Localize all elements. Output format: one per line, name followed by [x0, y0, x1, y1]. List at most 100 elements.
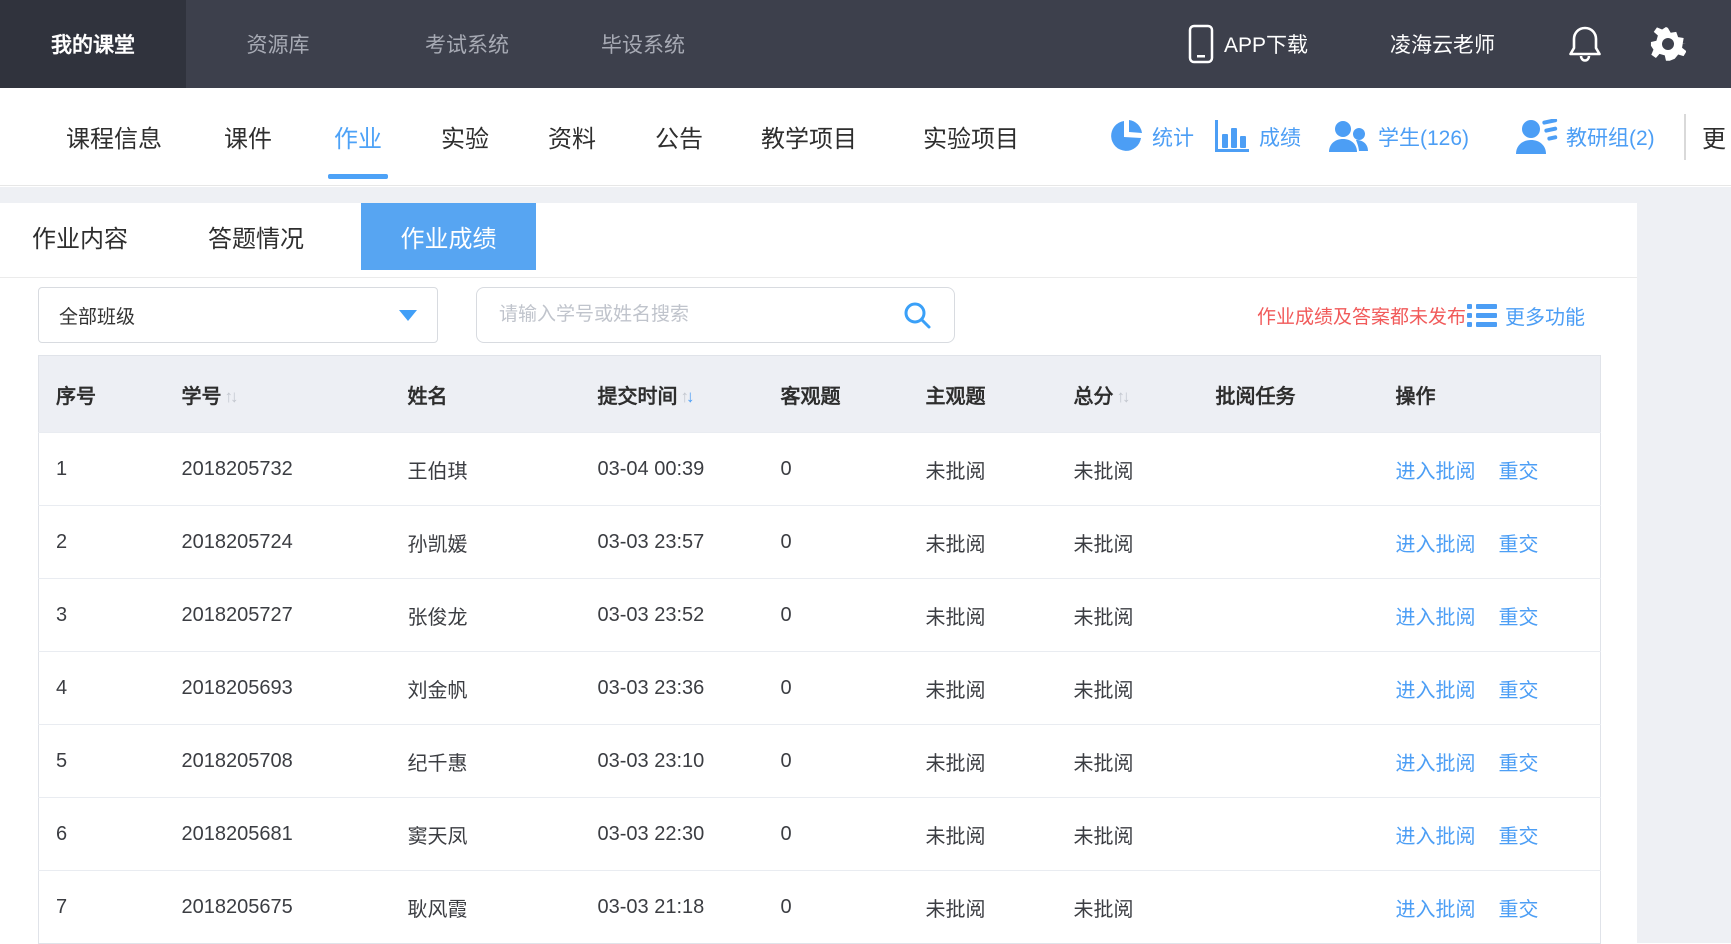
sort-arrows-icon[interactable]: ↑↓	[1117, 387, 1131, 407]
topnav-item-exam-system[interactable]: 考试系统	[412, 0, 522, 88]
table-row: 62018205681窦天凤03-03 22:300未批阅未批阅进入批阅重交	[39, 798, 1601, 871]
more-functions-button[interactable]: 更多功能	[1467, 287, 1585, 343]
cell-total: 未批阅	[1074, 506, 1216, 579]
enter-review-link[interactable]: 进入批阅	[1396, 820, 1476, 849]
cell-objective: 0	[781, 871, 926, 944]
tab-answer-status[interactable]: 答题情况	[176, 203, 336, 270]
coursenav-item-experiment-project[interactable]: 实验项目	[923, 88, 1019, 185]
student-search-input[interactable]	[477, 304, 902, 326]
settings-gear-icon[interactable]	[1648, 0, 1688, 88]
cell-actions: 进入批阅重交	[1396, 579, 1601, 652]
top-navbar: 我的课堂资源库 考试系统毕设系统 APP下载 凌海云老师	[0, 0, 1731, 88]
cell-actions: 进入批阅重交	[1396, 798, 1601, 871]
cell-name: 纪千惠	[408, 725, 598, 798]
cell-review_task	[1216, 798, 1396, 871]
resubmit-link[interactable]: 重交	[1499, 893, 1539, 922]
topnav-item-graduation-system[interactable]: 毕设系统	[588, 0, 698, 88]
tool-grades-button[interactable]: 成绩	[1213, 88, 1301, 185]
cell-subjective: 未批阅	[926, 506, 1074, 579]
table-row: 12018205732王伯琪03-04 00:390未批阅未批阅进入批阅重交	[39, 433, 1601, 506]
cell-submit_time: 03-03 22:30	[598, 798, 781, 871]
resubmit-link[interactable]: 重交	[1499, 674, 1539, 703]
cell-submit_time: 03-03 23:36	[598, 652, 781, 725]
cell-total: 未批阅	[1074, 652, 1216, 725]
cell-total: 未批阅	[1074, 579, 1216, 652]
cell-name: 窦天凤	[408, 798, 598, 871]
cell-student_id: 2018205727	[182, 579, 408, 652]
tool-students-button[interactable]: 学生(126)	[1328, 88, 1469, 185]
coursenav-item-course-info[interactable]: 课程信息	[66, 88, 162, 185]
resubmit-link[interactable]: 重交	[1499, 820, 1539, 849]
cell-seq: 7	[39, 871, 182, 944]
col-header: 姓名	[408, 356, 598, 433]
cell-review_task	[1216, 579, 1396, 652]
enter-review-link[interactable]: 进入批阅	[1396, 747, 1476, 776]
cell-submit_time: 03-03 23:57	[598, 506, 781, 579]
tool-statistics-button[interactable]: 统计	[1108, 88, 1194, 185]
tool-students-label: 学生(126)	[1378, 122, 1469, 152]
cell-total: 未批阅	[1074, 433, 1216, 506]
cell-actions: 进入批阅重交	[1396, 725, 1601, 798]
search-icon[interactable]	[902, 300, 932, 330]
cell-student_id: 2018205693	[182, 652, 408, 725]
col-header[interactable]: 提交时间↑↓	[598, 356, 781, 433]
cell-total: 未批阅	[1074, 798, 1216, 871]
enter-review-link[interactable]: 进入批阅	[1396, 528, 1476, 557]
cell-seq: 6	[39, 798, 182, 871]
coursenav-item-announcement[interactable]: 公告	[655, 88, 703, 185]
tab-homework-content[interactable]: 作业内容	[0, 203, 160, 270]
col-header[interactable]: 总分↑↓	[1074, 356, 1216, 433]
notification-bell-icon[interactable]	[1565, 0, 1605, 88]
cell-objective: 0	[781, 652, 926, 725]
cell-student_id: 2018205681	[182, 798, 408, 871]
coursenav-item-experiment[interactable]: 实验	[441, 88, 489, 185]
coursenav-item-teaching-project[interactable]: 教学项目	[761, 88, 857, 185]
coursenav-item-materials[interactable]: 资料	[548, 88, 596, 185]
resubmit-link[interactable]: 重交	[1499, 747, 1539, 776]
topnav-item-resource-library[interactable]: 资源库	[238, 0, 318, 88]
enter-review-link[interactable]: 进入批阅	[1396, 455, 1476, 484]
coursenav-item-homework[interactable]: 作业	[334, 88, 382, 185]
coursenav-item-courseware[interactable]: 课件	[224, 88, 272, 185]
cell-seq: 3	[39, 579, 182, 652]
content-card: 作业内容答题情况作业成绩 全部班级 作业成绩及答案都未发布 更多功能	[0, 203, 1637, 943]
cell-subjective: 未批阅	[926, 871, 1074, 944]
cell-submit_time: 03-04 00:39	[598, 433, 781, 506]
col-header[interactable]: 学号↑↓	[182, 356, 408, 433]
col-header: 操作	[1396, 356, 1601, 433]
cell-total: 未批阅	[1074, 725, 1216, 798]
enter-review-link[interactable]: 进入批阅	[1396, 674, 1476, 703]
publish-status-text: 作业成绩及答案都未发布	[1257, 287, 1466, 343]
cell-actions: 进入批阅重交	[1396, 652, 1601, 725]
resubmit-link[interactable]: 重交	[1499, 455, 1539, 484]
class-filter-dropdown[interactable]: 全部班级	[38, 287, 438, 343]
cell-student_id: 2018205732	[182, 433, 408, 506]
tool-teaching-group-button[interactable]: 教研组(2)	[1516, 88, 1655, 185]
cell-subjective: 未批阅	[926, 579, 1074, 652]
nav-overflow-more[interactable]: 更	[1702, 88, 1726, 185]
cell-objective: 0	[781, 725, 926, 798]
phone-icon	[1188, 24, 1214, 64]
col-header: 主观题	[926, 356, 1074, 433]
nav-divider	[1684, 114, 1686, 160]
cell-actions: 进入批阅重交	[1396, 506, 1601, 579]
resubmit-link[interactable]: 重交	[1499, 528, 1539, 557]
cell-actions: 进入批阅重交	[1396, 433, 1601, 506]
topnav-item-my-classroom[interactable]: 我的课堂	[0, 0, 186, 88]
sort-arrows-icon[interactable]: ↑↓	[225, 387, 239, 407]
cell-review_task	[1216, 725, 1396, 798]
cell-objective: 0	[781, 798, 926, 871]
resubmit-link[interactable]: 重交	[1499, 601, 1539, 630]
app-download-label: APP下载	[1224, 29, 1308, 59]
tool-teaching-group-label: 教研组(2)	[1566, 122, 1655, 152]
tab-homework-grades[interactable]: 作业成绩	[361, 203, 536, 270]
app-download-button[interactable]: APP下载	[1188, 0, 1308, 88]
enter-review-link[interactable]: 进入批阅	[1396, 601, 1476, 630]
cell-review_task	[1216, 871, 1396, 944]
teacher-name[interactable]: 凌海云老师	[1390, 0, 1495, 88]
cell-name: 孙凯媛	[408, 506, 598, 579]
sort-arrows-icon[interactable]: ↑↓	[681, 387, 695, 407]
enter-review-link[interactable]: 进入批阅	[1396, 893, 1476, 922]
pie-chart-icon	[1108, 119, 1144, 155]
tool-statistics-label: 统计	[1152, 122, 1194, 152]
